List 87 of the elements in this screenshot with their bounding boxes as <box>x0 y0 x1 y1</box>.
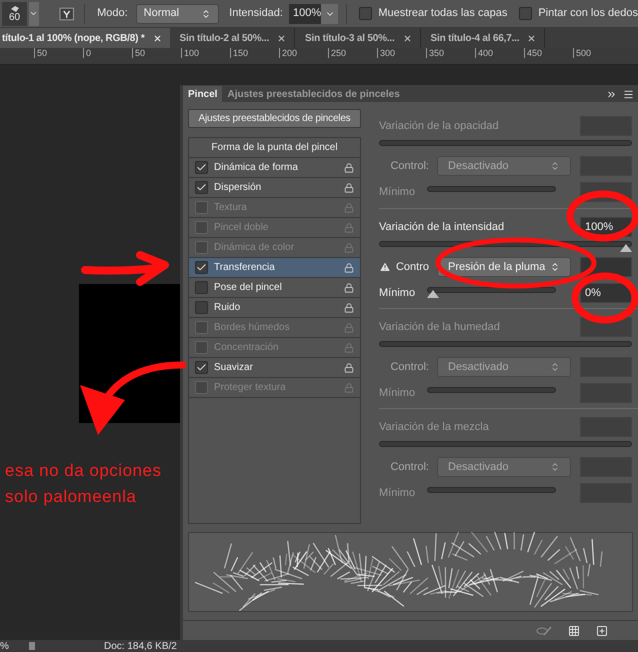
ruler-label: 250 <box>328 48 377 58</box>
brush-size-picker[interactable]: 60 <box>2 2 28 26</box>
collapse-icon[interactable] <box>606 89 617 100</box>
dropdown-arrows-icon <box>550 362 560 372</box>
document-tab[interactable]: Sin título-4 al 66,7... <box>420 28 546 48</box>
panel-tab[interactable]: Pincel <box>183 86 222 102</box>
ruler-label: 50 <box>132 48 181 58</box>
lock-icon[interactable] <box>344 182 354 192</box>
brush-option[interactable]: Suavizar <box>189 358 360 378</box>
close-icon[interactable] <box>152 34 162 42</box>
document-tab[interactable]: Sin título-2 al 50%... <box>170 28 296 48</box>
mode-label: Modo: <box>97 6 128 22</box>
zoom-readout: % <box>0 640 10 652</box>
lock-icon[interactable] <box>344 362 354 372</box>
close-icon[interactable] <box>402 34 412 42</box>
checkbox-label: Pintar con los dedos <box>538 6 638 22</box>
close-icon[interactable] <box>527 34 536 42</box>
intensity-dropdown[interactable] <box>320 4 338 24</box>
control-label: Control: <box>390 360 430 375</box>
dropdown-arrows-icon <box>201 8 212 18</box>
brush-option[interactable]: Dispersión <box>189 178 360 198</box>
brush-tip-icon <box>10 4 20 12</box>
minimum-label: Mínimo <box>379 286 416 301</box>
brush-panel-icon[interactable] <box>58 6 74 22</box>
menu-icon[interactable] <box>623 89 634 100</box>
minimum-label: Mínimo <box>379 486 416 501</box>
checkbox[interactable] <box>195 181 208 194</box>
control-label: Control: <box>390 158 430 174</box>
section-title: Variación de la opacidad <box>379 118 499 134</box>
ruler-label: 0 <box>83 48 132 58</box>
section-title: Variación de la mezcla <box>379 420 489 435</box>
ruler-label: 300 <box>377 48 426 58</box>
annotation-text: esa no da opciones <box>5 461 162 481</box>
section-title: Variación de la humedad <box>379 320 500 335</box>
ruler-label: 450 <box>524 48 573 58</box>
checkbox[interactable] <box>195 161 208 174</box>
checkbox[interactable] <box>359 7 372 20</box>
document-icon[interactable] <box>26 641 38 651</box>
checkbox[interactable] <box>195 301 208 314</box>
ruler-label: 50 <box>34 48 83 58</box>
grid-icon[interactable] <box>568 624 580 636</box>
ruler-label: 350 <box>426 48 475 58</box>
lock-icon[interactable] <box>344 262 354 272</box>
brush-option[interactable]: Dinámica de forma <box>189 158 360 178</box>
close-icon[interactable] <box>277 34 286 42</box>
panel-tab[interactable]: Ajustes preestablecidos de pinceles <box>222 86 405 102</box>
dropdown-arrows-icon <box>550 161 560 171</box>
brush-option[interactable]: Ruido <box>189 298 360 318</box>
brush-dropdown[interactable] <box>29 2 39 26</box>
ruler-label: 100 <box>181 48 230 58</box>
brush-option[interactable]: Transferencia <box>189 258 360 278</box>
checkbox[interactable] <box>195 261 208 274</box>
brush-option[interactable]: Pose del pincel <box>189 278 360 298</box>
control-dropdown[interactable]: Presión de la pluma <box>437 257 571 277</box>
lock-icon[interactable] <box>344 162 354 172</box>
dropdown-arrows-icon <box>550 462 560 472</box>
presets-button[interactable]: Ajustes preestablecidos de pinceles <box>188 109 361 128</box>
checkbox[interactable] <box>195 281 208 294</box>
mode-dropdown[interactable]: Normal <box>136 4 220 24</box>
document-tab[interactable]: título-1 al 100% (nope, RGB/8) * <box>0 28 170 48</box>
intensity-label: Intensidad: <box>229 6 283 22</box>
control-label: Contro <box>396 260 430 275</box>
control-label: Control: <box>390 460 430 475</box>
new-preset-icon[interactable] <box>596 624 608 636</box>
caret-icon <box>29 9 38 18</box>
doc-size: Doc: 184,6 KB/2 <box>104 640 177 652</box>
slider-thumb[interactable] <box>427 290 439 298</box>
ruler-label: 400 <box>475 48 524 58</box>
eye-brush-icon[interactable] <box>536 624 552 636</box>
annotation-text: solo palomeenla <box>5 487 138 507</box>
checkbox[interactable] <box>519 7 532 20</box>
lock-icon[interactable] <box>344 302 354 312</box>
slider-thumb[interactable] <box>620 244 632 252</box>
ruler-label: 500 <box>573 48 622 58</box>
slider[interactable] <box>427 287 556 299</box>
dropdown-arrows-icon <box>550 262 560 272</box>
ruler-label: 150 <box>230 48 279 58</box>
section-title: Variación de la intensidad <box>379 220 504 235</box>
lock-icon[interactable] <box>344 282 354 292</box>
intensity-field[interactable]: 100% <box>288 4 321 24</box>
checkbox-label: Muestrear todas las capas <box>378 6 508 22</box>
ruler-label: 200 <box>279 48 328 58</box>
minimum-label: Mínimo <box>379 386 416 401</box>
value-field[interactable]: 0% <box>580 283 632 303</box>
slider[interactable] <box>379 241 632 253</box>
minimum-label: Mínimo <box>379 184 416 200</box>
checkbox[interactable] <box>195 361 208 374</box>
